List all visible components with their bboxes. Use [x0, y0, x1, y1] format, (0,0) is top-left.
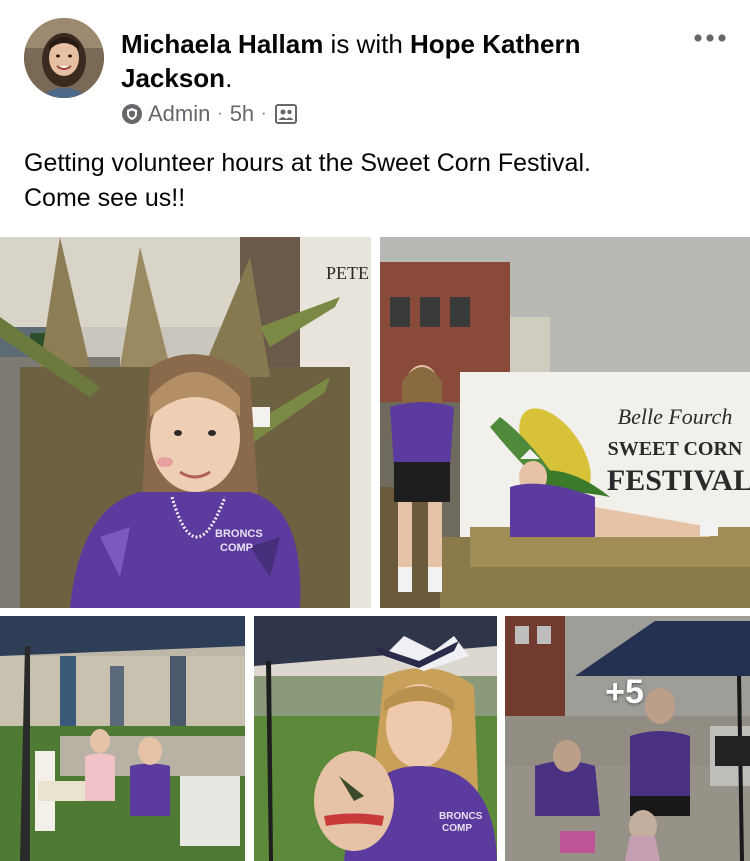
more-photos-overlay[interactable]: +5 — [505, 616, 750, 861]
store-sign-text: PETE — [326, 263, 369, 283]
post-text: Getting volunteer hours at the Sweet Cor… — [24, 146, 724, 216]
role-label[interactable]: Admin — [148, 101, 210, 127]
post-text-line-1: Getting volunteer hours at the Sweet Cor… — [24, 149, 591, 177]
post-meta: Admin · 5h · — [121, 99, 298, 129]
author-avatar[interactable] — [24, 18, 104, 98]
avatar-image — [24, 18, 104, 98]
photo-2-image: Belle Fourch SWEET CORN FESTIVAL — [380, 237, 750, 608]
post-text-line-2: Come see us!! — [24, 184, 186, 212]
with-text: is with — [323, 29, 410, 59]
sign-line-1: Belle Fourch — [618, 404, 733, 429]
author-name[interactable]: Michaela Hallam — [121, 29, 323, 59]
meta-separator-2: · — [261, 105, 267, 122]
photo-1-image: PETE BRONCS COMP — [0, 237, 371, 608]
photo-3-image — [0, 616, 245, 861]
post-header: Michaela Hallam is with Hope Kathern Jac… — [0, 0, 750, 140]
author-line: Michaela Hallam is with Hope Kathern Jac… — [121, 27, 681, 95]
meta-separator: · — [217, 105, 223, 122]
group-audience-icon[interactable] — [274, 103, 298, 125]
photo-2[interactable]: Belle Fourch SWEET CORN FESTIVAL — [380, 237, 750, 608]
photo-5[interactable]: +5 — [505, 616, 750, 861]
photo-3[interactable] — [0, 616, 245, 861]
sign-line-3: FESTIVAL — [607, 464, 750, 497]
shirt-text-2: COMP — [220, 542, 253, 554]
photo-4[interactable]: BRONCS COMP — [254, 616, 497, 861]
more-options-button[interactable] — [690, 24, 730, 52]
photo-1[interactable]: PETE BRONCS COMP — [0, 237, 371, 608]
post-time[interactable]: 5h — [230, 101, 254, 127]
shirt-text-2-b: COMP — [442, 823, 472, 834]
more-horizontal-icon — [694, 34, 726, 42]
shirt-text-1: BRONCS — [215, 528, 263, 540]
shirt-text-1-b: BRONCS — [439, 811, 483, 822]
author-line-period: . — [225, 63, 233, 93]
admin-shield-icon — [121, 103, 143, 125]
sign-line-2: SWEET CORN — [608, 438, 743, 460]
photo-4-image: BRONCS COMP — [254, 616, 497, 861]
